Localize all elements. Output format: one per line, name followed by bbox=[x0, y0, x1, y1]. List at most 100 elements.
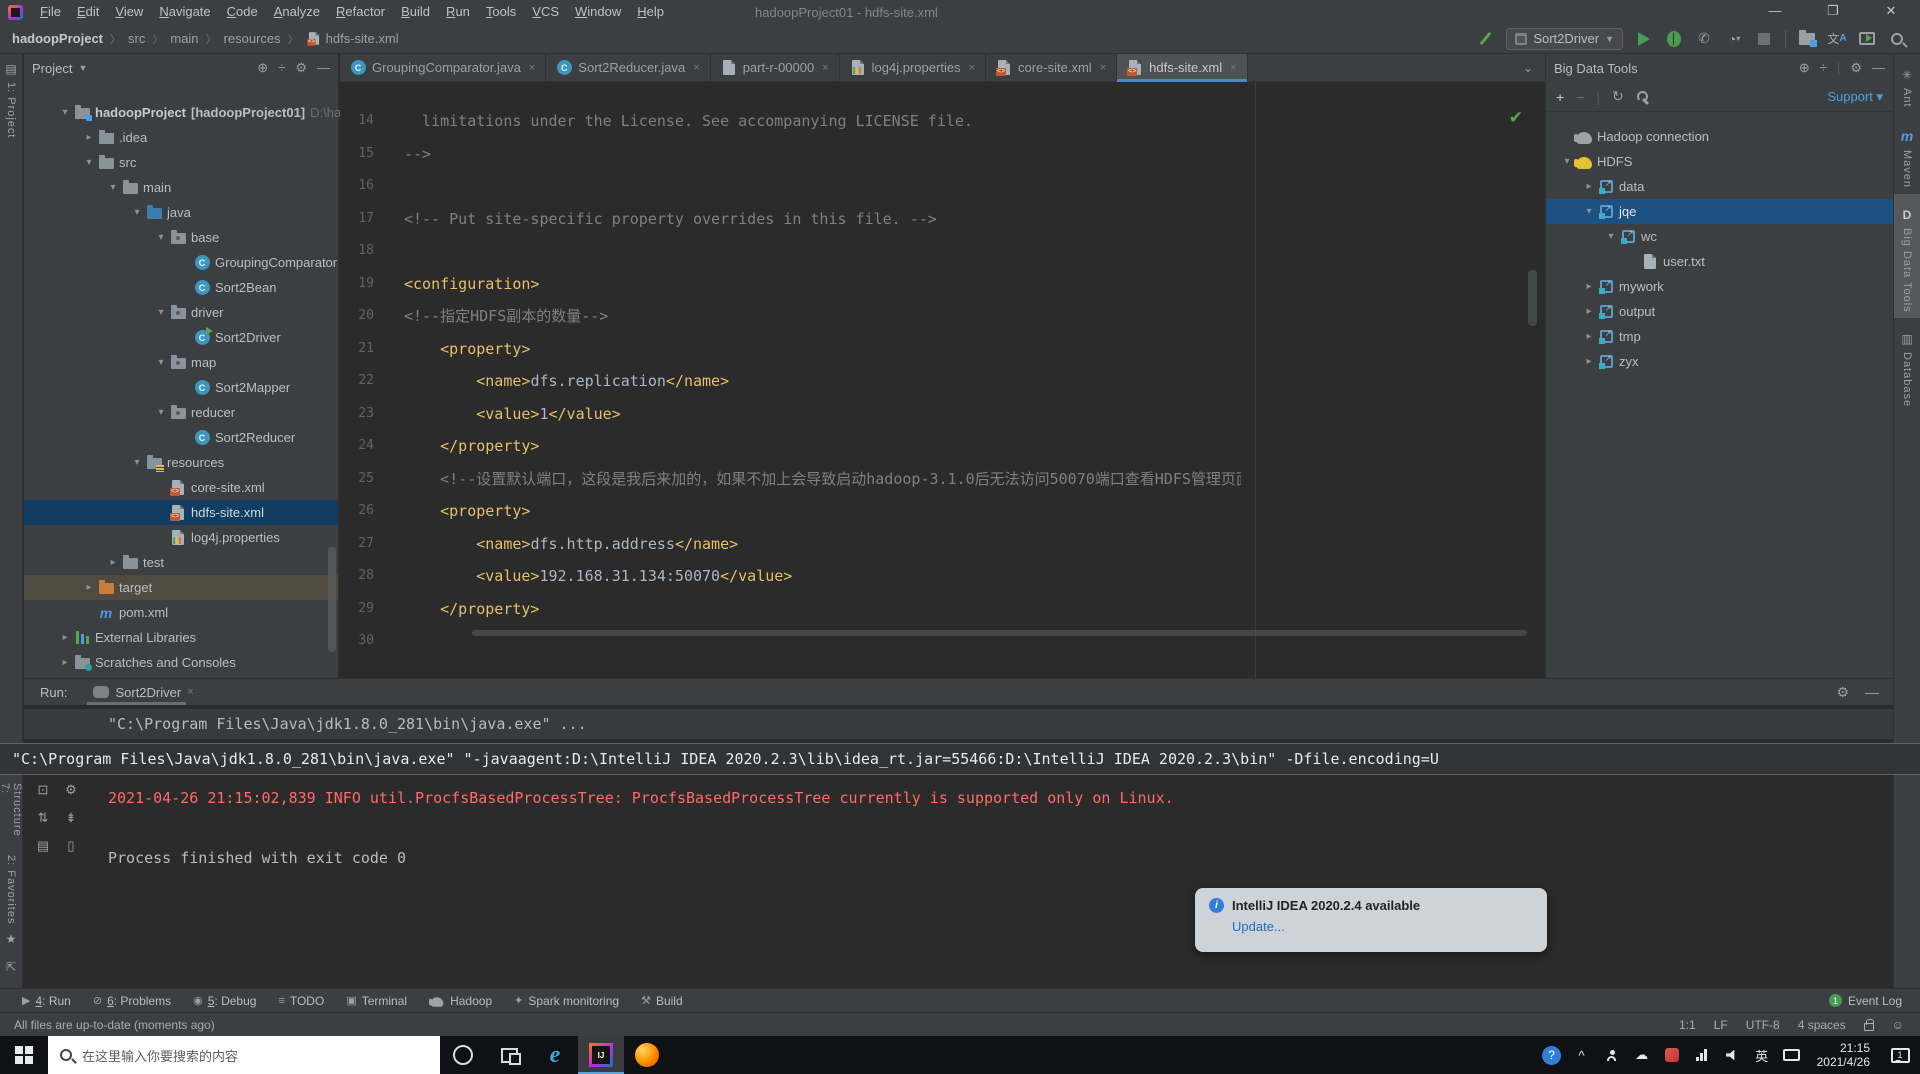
menu-analyze[interactable]: Analyze bbox=[266, 0, 328, 24]
hidden-tabs-chevron-icon[interactable]: ⌄ bbox=[1511, 61, 1545, 75]
breadcrumb-resources[interactable]: resources bbox=[224, 31, 281, 46]
tree-item-jqe[interactable]: ▾jqe bbox=[1546, 199, 1893, 224]
toolbar-spark-button[interactable]: ✦ Spark monitoring bbox=[514, 994, 619, 1008]
toolbar-debug-button[interactable]: ◉ 5: Debug bbox=[193, 994, 256, 1008]
inspections-ok-check-icon[interactable]: ✔ bbox=[1509, 108, 1523, 128]
run-button[interactable] bbox=[1635, 30, 1653, 48]
stripe-project-button[interactable]: 1: Project bbox=[5, 82, 17, 138]
tree-item-scratches[interactable]: ▸ Scratches and Consoles bbox=[24, 650, 338, 675]
menu-window[interactable]: Window bbox=[567, 0, 629, 24]
app-tray-icon[interactable] bbox=[1657, 1048, 1687, 1062]
tree-item-java[interactable]: ▾ java bbox=[24, 200, 338, 225]
menu-code[interactable]: Code bbox=[219, 0, 266, 24]
tree-item-project-root[interactable]: ▾ hadoopProject [hadoopProject01] D:\ha bbox=[24, 100, 341, 125]
settings-gear-icon[interactable]: ⚙ bbox=[1836, 684, 1849, 701]
refresh-icon[interactable]: ↻ bbox=[1612, 88, 1624, 105]
pin-icon[interactable]: ⇱ bbox=[6, 960, 16, 974]
tree-item-data[interactable]: ▸data bbox=[1546, 174, 1893, 199]
coverage-button[interactable]: ✆ bbox=[1695, 30, 1713, 48]
stripe-big-data-tools-button[interactable]: D Big Data Tools bbox=[1894, 193, 1920, 319]
start-button[interactable] bbox=[0, 1036, 48, 1074]
menu-run[interactable]: Run bbox=[438, 0, 478, 24]
menu-refactor[interactable]: Refactor bbox=[328, 0, 393, 24]
taskbar-search-box[interactable]: 在这里输入你要搜索的内容 bbox=[48, 1036, 440, 1074]
tree-item-main[interactable]: ▾ main bbox=[24, 175, 338, 200]
search-everywhere-icon[interactable] bbox=[1888, 30, 1906, 48]
menu-edit[interactable]: Edit bbox=[69, 0, 107, 24]
editor-horizontal-scrollbar[interactable] bbox=[472, 630, 1527, 636]
breadcrumb-main[interactable]: main bbox=[170, 31, 198, 46]
tree-item-reducer[interactable]: ▾ reducer bbox=[24, 400, 338, 425]
help-tray-button[interactable]: ? bbox=[1537, 1045, 1567, 1065]
close-icon[interactable]: × bbox=[1100, 62, 1106, 74]
project-structure-icon[interactable] bbox=[1798, 29, 1817, 48]
tree-item-map[interactable]: ▾ map bbox=[24, 350, 338, 375]
translate-icon[interactable]: 文A bbox=[1827, 30, 1846, 48]
tree-item-output[interactable]: ▸output bbox=[1546, 299, 1893, 324]
tree-item-mywork[interactable]: ▸mywork bbox=[1546, 274, 1893, 299]
intellij-taskbar-button[interactable]: IJ bbox=[578, 1036, 624, 1074]
breadcrumb-project[interactable]: hadoopProject bbox=[12, 31, 103, 46]
readonly-lock-icon[interactable] bbox=[1863, 1018, 1874, 1031]
tree-item-src[interactable]: ▾ src bbox=[24, 150, 338, 175]
tab-hdfs-site-xml[interactable]: hdfs-site.xml× bbox=[1117, 54, 1248, 82]
tree-item-wc[interactable]: ▾wc bbox=[1546, 224, 1893, 249]
tree-item-zyx[interactable]: ▸zyx bbox=[1546, 349, 1893, 374]
breadcrumb-src[interactable]: src bbox=[128, 31, 145, 46]
close-icon[interactable]: × bbox=[822, 62, 828, 74]
tree-item-base[interactable]: ▾ base bbox=[24, 225, 338, 250]
collapse-all-icon[interactable]: ÷ bbox=[1820, 60, 1827, 76]
locate-file-icon[interactable]: ⊕ bbox=[257, 60, 268, 76]
profiler-button[interactable]: ◔ ▾ bbox=[1725, 30, 1743, 48]
close-icon[interactable]: × bbox=[1230, 62, 1236, 74]
support-menu[interactable]: Support ▾ bbox=[1827, 89, 1883, 105]
stripe-maven-button[interactable]: m Maven bbox=[1894, 114, 1920, 194]
toolbar-hadoop-button[interactable]: Hadoop bbox=[429, 993, 492, 1009]
toolbar-todo-button[interactable]: ≡ TODO bbox=[278, 994, 324, 1008]
maximize-button[interactable]: ❐ bbox=[1804, 0, 1862, 24]
stop-button[interactable] bbox=[1755, 30, 1773, 48]
settings-gear-icon[interactable]: ⚙ bbox=[295, 60, 307, 76]
tab-part-r-00000[interactable]: part-r-00000 × bbox=[711, 54, 840, 81]
close-icon[interactable]: × bbox=[969, 62, 975, 74]
stripe-database-button[interactable]: ▥ Database bbox=[1894, 318, 1920, 413]
stripe-ant-button[interactable]: ✳ Ant bbox=[1894, 54, 1920, 114]
tree-item-hdfs[interactable]: ▾ HDFS bbox=[1546, 149, 1893, 174]
tree-item-sort2driver[interactable]: C Sort2Driver bbox=[24, 325, 338, 350]
menu-view[interactable]: View bbox=[107, 0, 151, 24]
locate-icon[interactable]: ⊕ bbox=[1799, 60, 1810, 76]
project-stripe-icon[interactable]: ▤ bbox=[5, 62, 16, 76]
wrench-settings-icon[interactable] bbox=[1636, 90, 1649, 103]
pencil-icon[interactable] bbox=[1476, 30, 1494, 48]
tree-item-test[interactable]: ▸ test bbox=[24, 550, 338, 575]
edge-button[interactable]: e bbox=[532, 1036, 578, 1074]
menu-help[interactable]: Help bbox=[629, 0, 672, 24]
close-button[interactable]: ✕ bbox=[1862, 0, 1920, 24]
favorites-star-icon[interactable]: ★ bbox=[6, 932, 17, 946]
collapse-all-icon[interactable]: ÷ bbox=[278, 60, 285, 76]
tree-item-core-site-xml[interactable]: core-site.xml bbox=[24, 475, 338, 500]
tree-item-idea[interactable]: ▸ .idea bbox=[24, 125, 338, 150]
hide-panel-icon[interactable]: — bbox=[317, 60, 330, 76]
project-scrollbar[interactable] bbox=[328, 547, 336, 652]
tree-item-sort2mapper[interactable]: C Sort2Mapper bbox=[24, 375, 338, 400]
stripe-favorites-button[interactable]: 2: Favorites bbox=[5, 855, 17, 924]
action-center-button[interactable]: 1 bbox=[1880, 1047, 1920, 1063]
tab-groupingcomparator-java[interactable]: C GroupingComparator.java × bbox=[340, 54, 547, 81]
settings-gear-icon[interactable]: ⚙ bbox=[1850, 60, 1862, 76]
tree-item-sort2reducer[interactable]: C Sort2Reducer bbox=[24, 425, 338, 450]
user-tray-icon[interactable] bbox=[1597, 1049, 1627, 1061]
breadcrumb-file[interactable]: hdfs-site.xml bbox=[326, 31, 399, 46]
cortana-button[interactable] bbox=[440, 1036, 486, 1074]
close-icon[interactable]: × bbox=[529, 62, 535, 74]
tree-item-external-libraries[interactable]: ▸ External Libraries bbox=[24, 625, 338, 650]
toolbar-build-button[interactable]: ⚒ Build bbox=[641, 994, 683, 1008]
tree-item-log4j-properties[interactable]: log4j.properties bbox=[24, 525, 338, 550]
update-link[interactable]: Update... bbox=[1232, 919, 1533, 934]
tray-expand-chevron[interactable]: ^ bbox=[1567, 1048, 1597, 1063]
code-editor[interactable]: 14 limitations under the License. See ac… bbox=[340, 82, 1545, 678]
caret-position[interactable]: 1:1 bbox=[1679, 1018, 1696, 1032]
onedrive-cloud-icon[interactable]: ☁ bbox=[1627, 1047, 1657, 1063]
toolbar-terminal-button[interactable]: ▣ Terminal bbox=[346, 994, 407, 1008]
close-icon[interactable]: × bbox=[187, 686, 193, 698]
